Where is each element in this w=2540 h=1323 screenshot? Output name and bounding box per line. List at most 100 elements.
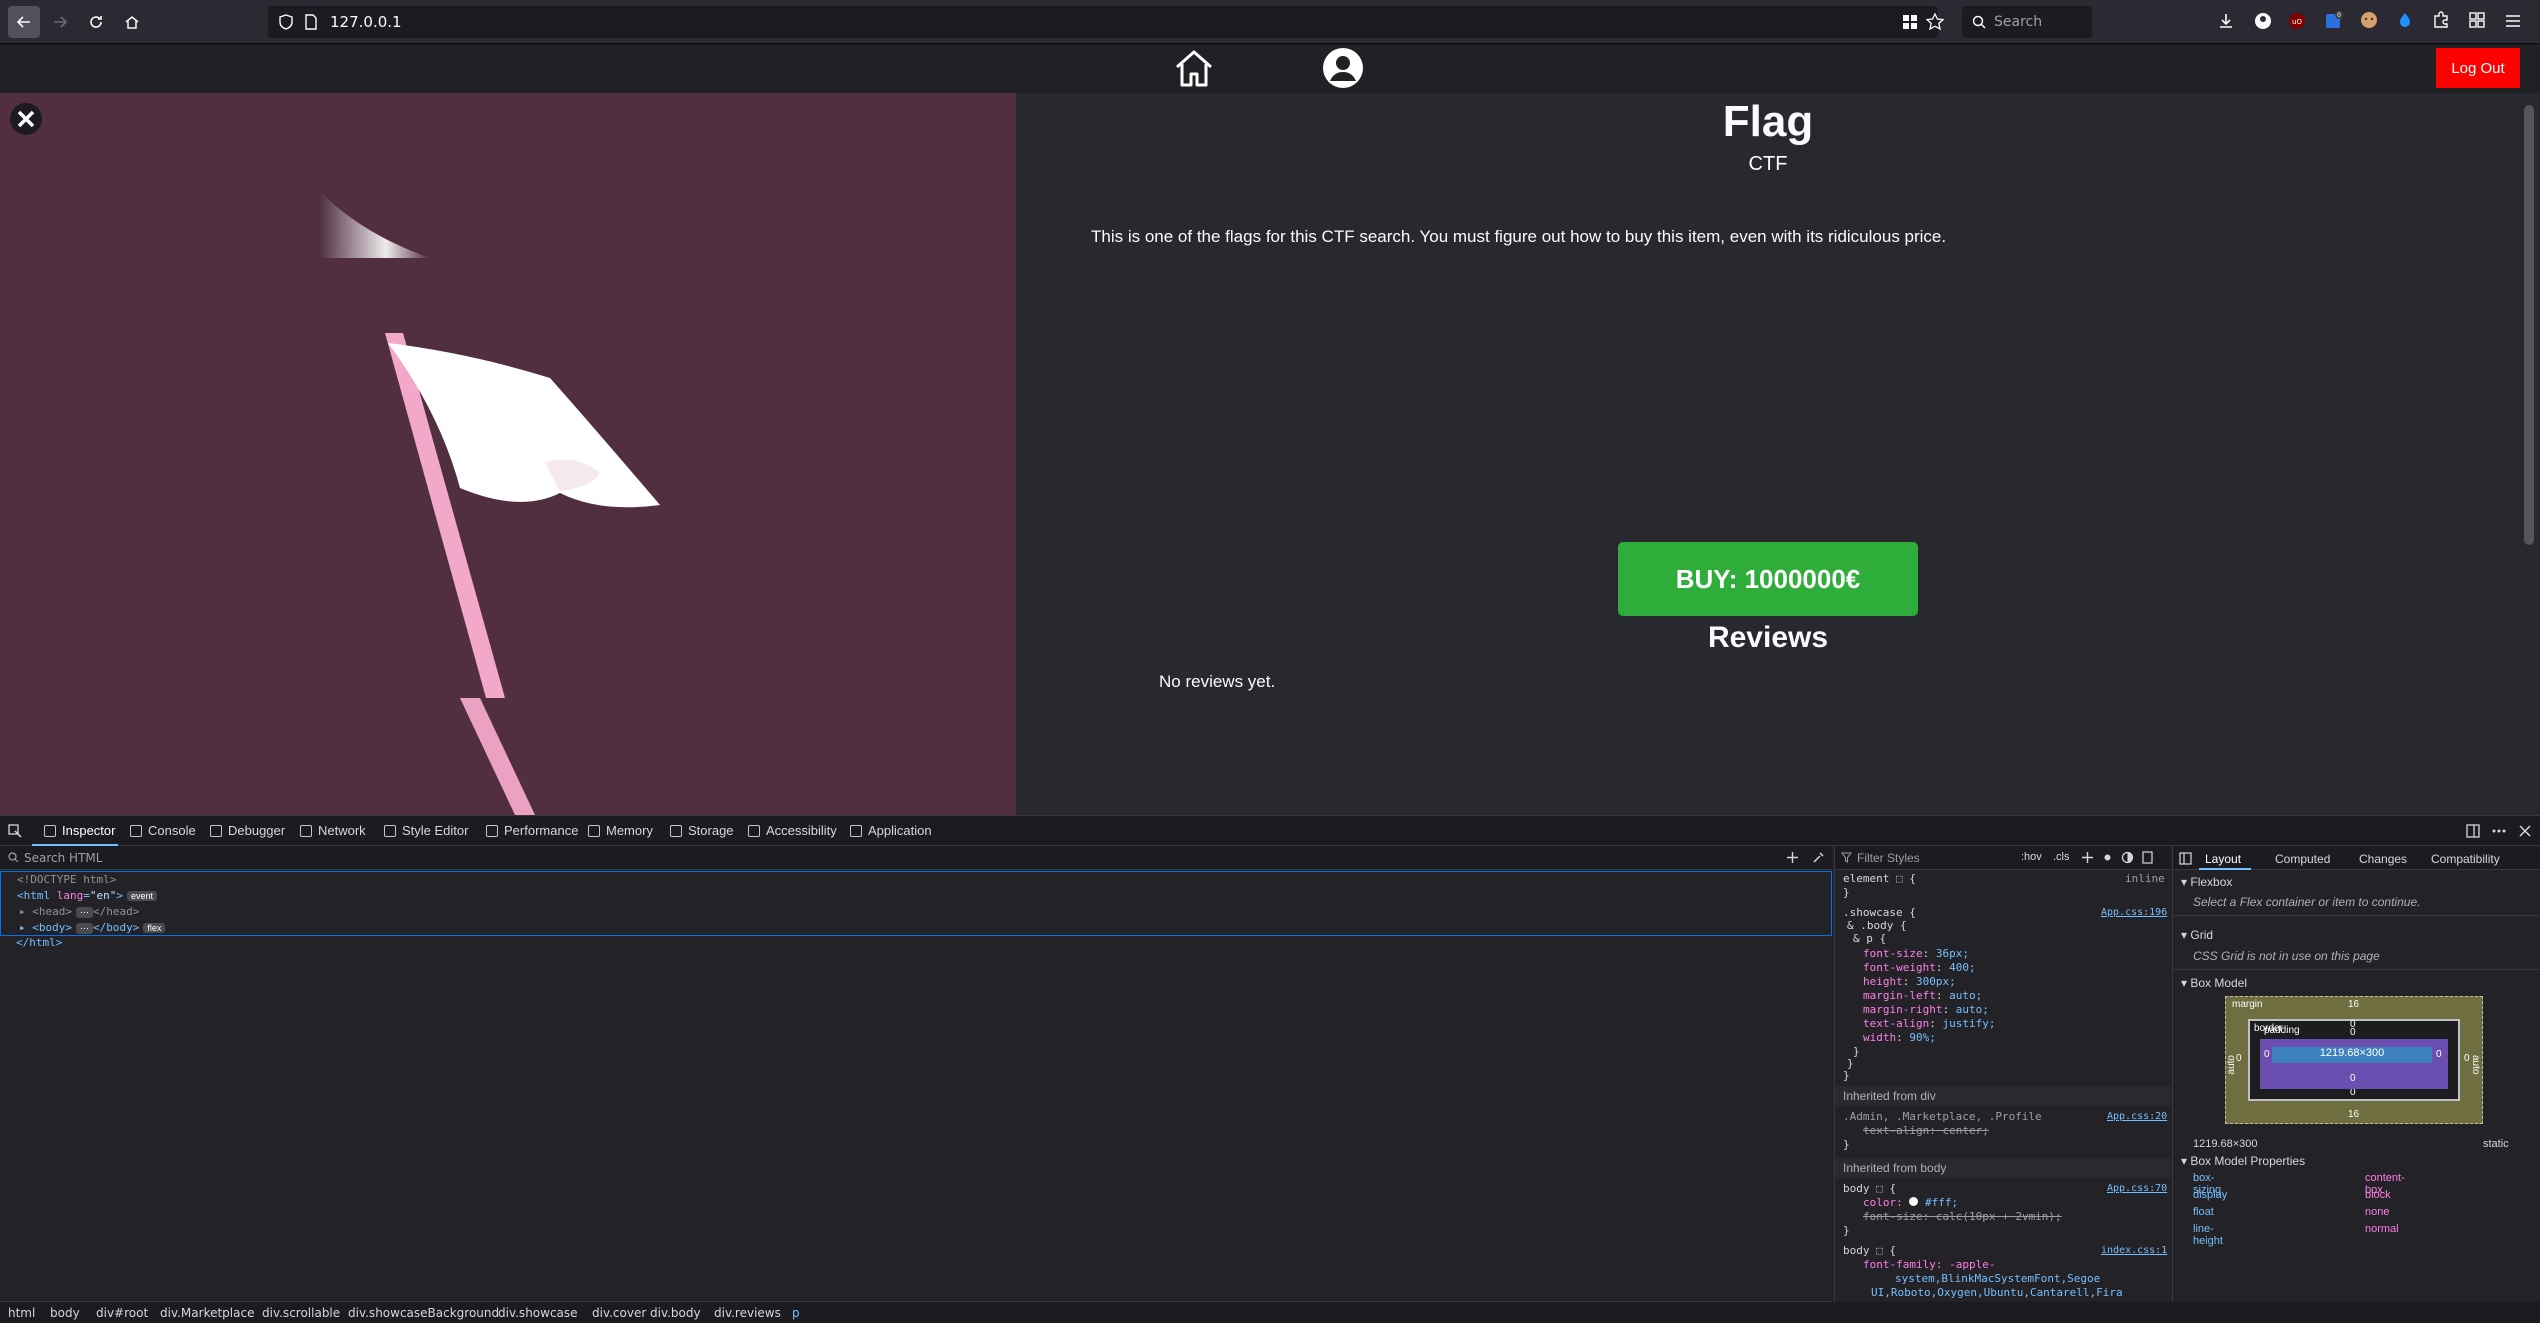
body-rule[interactable]: body ⬚ { [1843, 1244, 1896, 1257]
declaration[interactable]: color: #fff; [1863, 1196, 1958, 1209]
source-link[interactable]: App.css:70 [2107, 1183, 2167, 1194]
flex-badge[interactable]: flex [143, 923, 166, 933]
box-model-padding[interactable]: padding 0 0 0 0 1219.68×300 [2260, 1025, 2448, 1089]
close-icon[interactable] [10, 103, 42, 135]
source-link[interactable]: App.css:20 [2107, 1111, 2167, 1122]
buy-button[interactable]: BUY: 1000000€ [1618, 542, 1918, 616]
downloads-icon[interactable] [2217, 12, 2235, 30]
tab-accessibility[interactable]: Accessibility [748, 823, 837, 838]
tab-inspector[interactable]: Inspector [44, 823, 115, 838]
breadcrumb-item[interactable]: div.showcaseBackground [348, 1306, 499, 1320]
home-icon[interactable] [1173, 47, 1215, 89]
border-right-value[interactable]: 0 [2464, 1053, 2470, 1064]
menu-icon[interactable] [2504, 12, 2522, 30]
pick-element-icon[interactable] [8, 824, 22, 838]
dock-icon[interactable] [2466, 824, 2480, 838]
border-left-value[interactable]: 0 [2236, 1053, 2242, 1064]
filter-styles-input[interactable]: Filter Styles :hov .cls [1835, 846, 2171, 870]
breadcrumb-item[interactable]: div.reviews [714, 1306, 781, 1320]
breadcrumb-item[interactable]: body [50, 1306, 80, 1320]
print-media-icon[interactable] [2141, 851, 2154, 864]
dark-mode-icon[interactable] [2121, 851, 2134, 864]
doctype-node[interactable]: <!DOCTYPE html> [17, 873, 116, 889]
grid-section-header[interactable]: ▾ Grid [2181, 928, 2213, 942]
event-badge[interactable]: event [127, 891, 158, 901]
admin-selector[interactable]: .Admin, .Marketplace, .Profile [1843, 1110, 2042, 1123]
margin-right-value[interactable]: auto [2470, 1055, 2481, 1074]
shield-icon[interactable] [278, 14, 294, 30]
breadcrumb-item[interactable]: p [792, 1306, 800, 1320]
tab-changes[interactable]: Changes [2359, 852, 2407, 866]
margin-bottom-value[interactable]: 16 [2348, 1109, 2359, 1120]
add-rule-icon[interactable] [2081, 851, 2094, 864]
reload-button[interactable] [80, 6, 112, 38]
color-swatch[interactable] [1909, 1197, 1919, 1206]
margin-top-value[interactable]: 16 [2348, 999, 2359, 1010]
breadcrumb-item[interactable]: div.scrollable [262, 1306, 340, 1320]
html-node[interactable]: <html lang="en"> event [17, 889, 158, 905]
html-close-node[interactable]: </html> [16, 936, 62, 952]
sidebar-toggle-icon[interactable] [2179, 852, 2192, 865]
box-model-content[interactable]: 1219.68×300 [2272, 1047, 2432, 1063]
light-mode-icon[interactable] [2101, 851, 2114, 864]
declaration[interactable]: margin-right: auto; [1863, 1003, 1989, 1016]
tab-performance[interactable]: Performance [486, 823, 578, 838]
breadcrumb-item[interactable]: html [8, 1306, 35, 1320]
element-rule[interactable]: element ⬚ { [1843, 872, 1916, 885]
tab-style-editor[interactable]: Style Editor [384, 823, 468, 838]
back-button[interactable] [8, 6, 40, 38]
eyedropper-icon[interactable] [1812, 851, 1825, 864]
cls-toggle[interactable]: .cls [2053, 851, 2070, 863]
scrollbar-thumb[interactable] [2524, 105, 2534, 545]
puzzle-extensions-icon[interactable] [2432, 11, 2450, 29]
tab-debugger[interactable]: Debugger [210, 823, 285, 838]
ublock-icon[interactable]: uO [2288, 12, 2306, 30]
breadcrumb-item[interactable]: div.Marketplace [160, 1306, 254, 1320]
declaration[interactable]: font-family: -apple- [1863, 1258, 1995, 1271]
droplet-extension-icon[interactable] [2396, 11, 2414, 29]
padding-top-value[interactable]: 0 [2350, 1027, 2356, 1038]
declaration[interactable]: margin-left: auto; [1863, 989, 1982, 1002]
extensions-grid-icon[interactable] [1902, 14, 1918, 30]
close-devtools-icon[interactable] [2518, 824, 2532, 838]
body-rule[interactable]: body ⬚ { [1843, 1182, 1896, 1195]
head-node[interactable]: ▸ <head> ⋯ </head> [19, 905, 139, 921]
box-model-section-header[interactable]: ▾ Box Model [2181, 976, 2247, 990]
box-model-margin[interactable]: margin 16 16 auto auto border 0 0 0 0 pa… [2225, 996, 2483, 1124]
box-model-properties-header[interactable]: ▾ Box Model Properties [2181, 1154, 2305, 1168]
add-node-icon[interactable] [1786, 851, 1799, 864]
declaration[interactable]: font-size: 36px; [1863, 947, 1969, 960]
declaration[interactable]: width: 90%; [1863, 1031, 1936, 1044]
padding-right-value[interactable]: 0 [2436, 1049, 2442, 1060]
declaration[interactable]: height: 300px; [1863, 975, 1956, 988]
breadcrumb-item[interactable]: div.showcase [498, 1306, 578, 1320]
declaration[interactable]: font-weight: 400; [1863, 961, 1976, 974]
tab-layout[interactable]: Layout [2205, 852, 2241, 866]
padding-bottom-value[interactable]: 0 [2350, 1073, 2356, 1084]
tab-console[interactable]: Console [130, 823, 196, 838]
page-scrollbar[interactable] [2520, 93, 2540, 815]
browser-search-box[interactable]: Search [1962, 6, 2092, 38]
source-link[interactable]: index.css:1 [2101, 1245, 2167, 1256]
tab-compatibility[interactable]: Compatibility [2431, 852, 2500, 866]
source-link[interactable]: App.css:196 [2101, 907, 2167, 918]
forward-button[interactable] [44, 6, 76, 38]
breadcrumb-item[interactable]: div.cover [592, 1306, 646, 1320]
tab-computed[interactable]: Computed [2275, 852, 2330, 866]
extension-badge-icon[interactable]: 0 [2324, 10, 2344, 30]
bookmark-star-icon[interactable] [1926, 13, 1944, 31]
body-node[interactable]: ▸ <body> ⋯ </body> flex [19, 921, 166, 937]
overridden-declaration[interactable]: text-align: center; [1863, 1124, 1989, 1137]
apps-grid-icon[interactable] [2468, 11, 2486, 29]
tab-memory[interactable]: Memory [588, 823, 653, 838]
overridden-declaration[interactable]: font-size: calc(10px + 2vmin); [1863, 1210, 2062, 1223]
showcase-selector[interactable]: .showcase { [1843, 906, 1916, 919]
box-model-border[interactable]: border 0 0 0 0 padding 0 0 0 0 1219.68×3… [2236, 1019, 2470, 1101]
tab-network[interactable]: Network [300, 823, 366, 838]
profile-icon[interactable] [1322, 47, 1364, 89]
hov-toggle[interactable]: :hov [2021, 851, 2042, 863]
padding-left-value[interactable]: 0 [2264, 1049, 2270, 1060]
search-html-input[interactable]: Search HTML [0, 846, 1832, 870]
breadcrumb-item[interactable]: div.body [650, 1306, 701, 1320]
flexbox-section-header[interactable]: ▾ Flexbox [2181, 875, 2232, 889]
